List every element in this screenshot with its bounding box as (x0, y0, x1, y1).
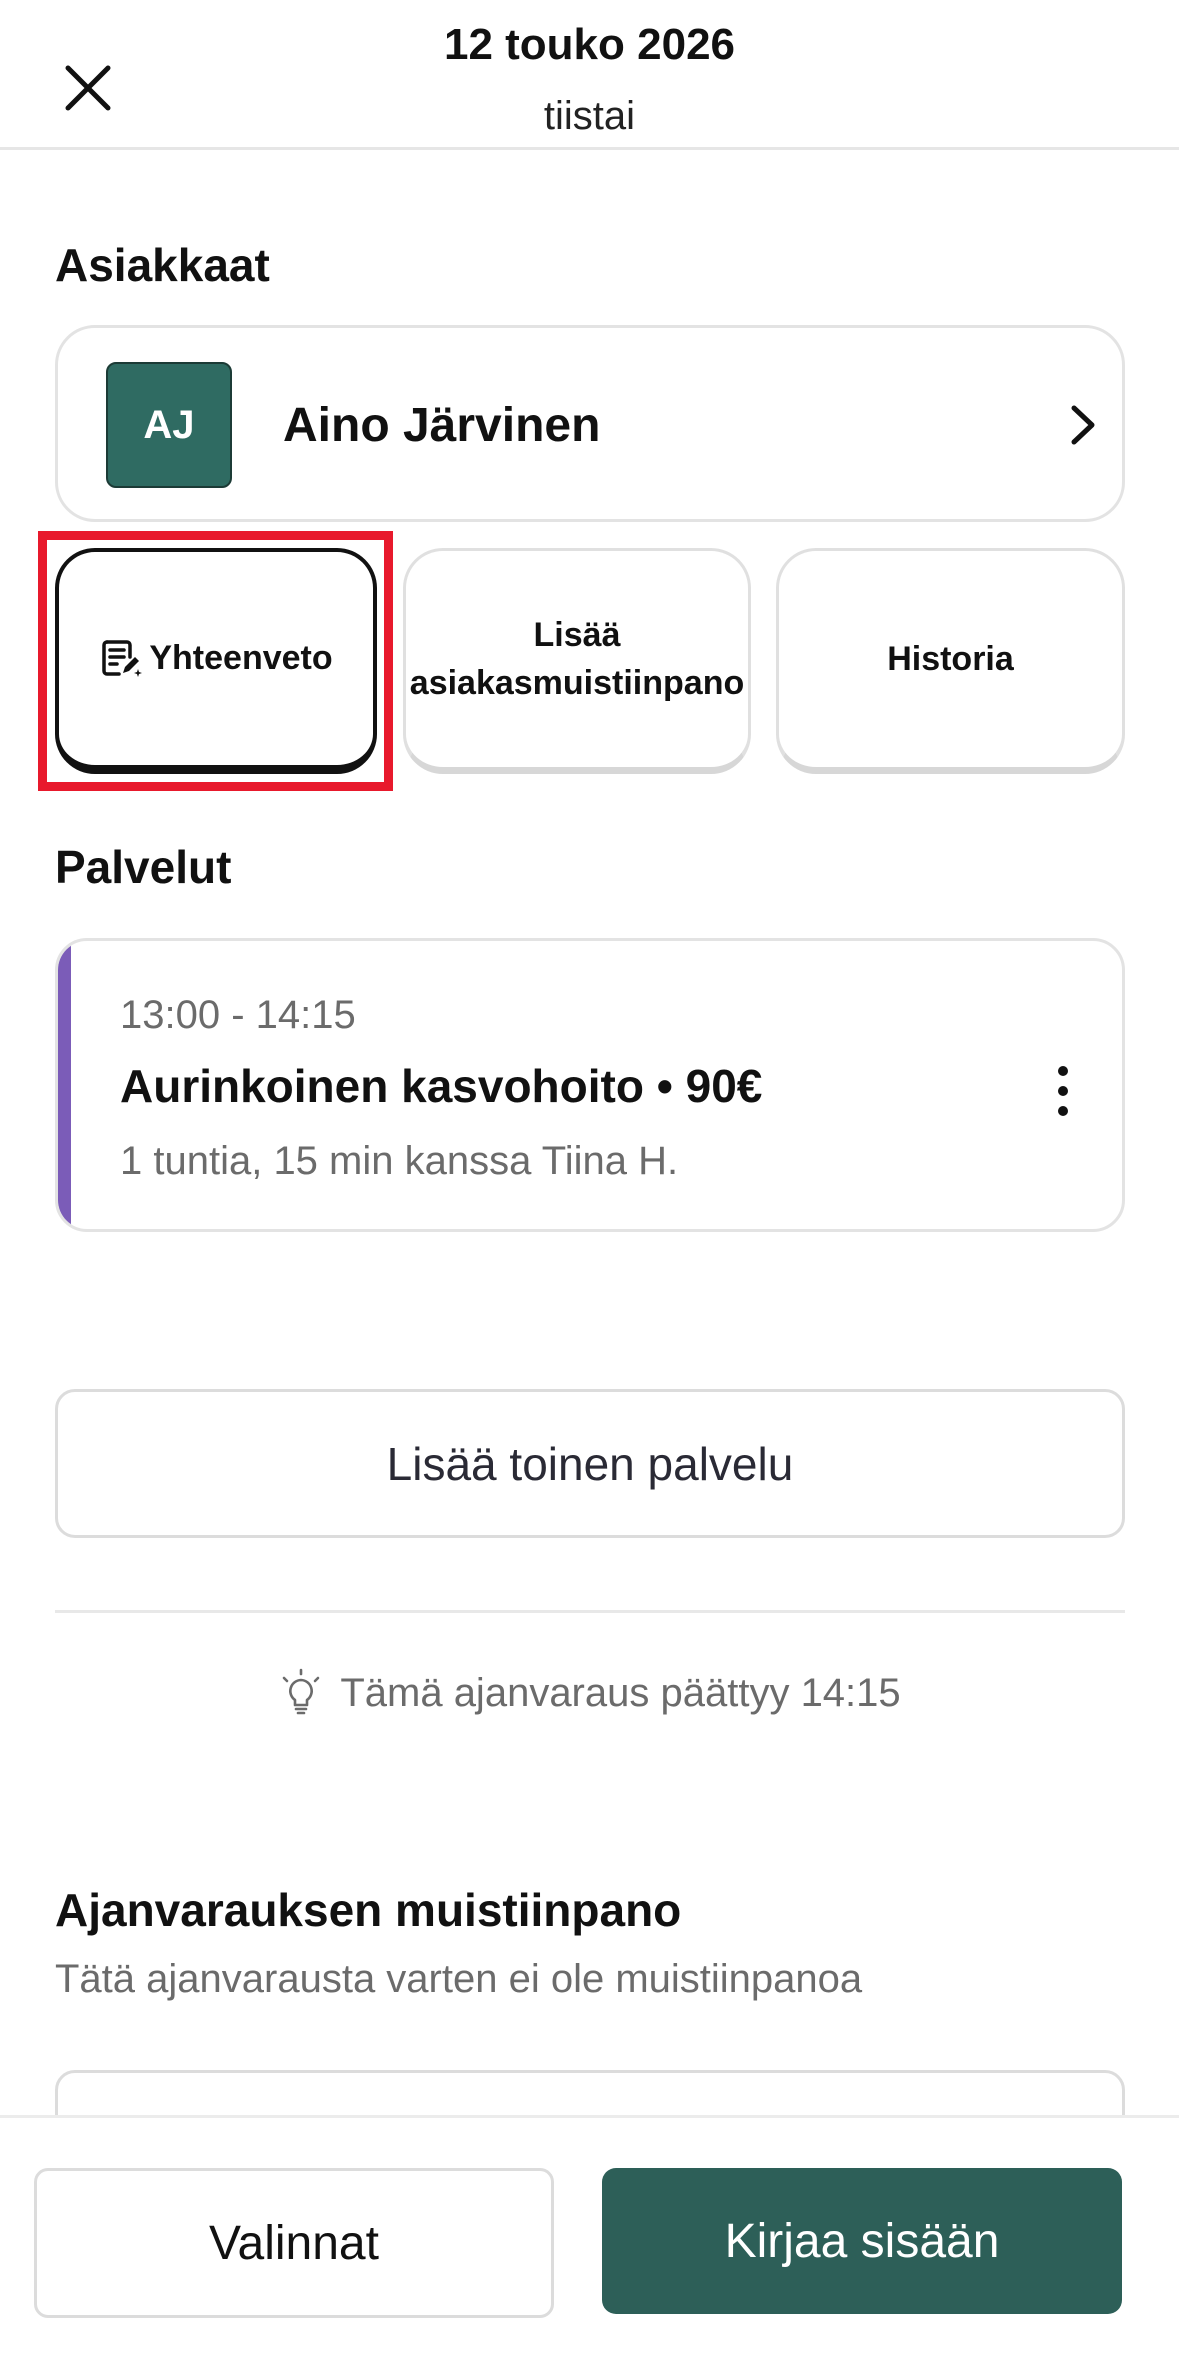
service-card[interactable]: 13:00 - 14:15 Aurinkoinen kasvohoito • 9… (55, 938, 1125, 1232)
clients-section-title: Asiakkaat (55, 239, 270, 291)
appointment-note-empty-text: Tätä ajanvarausta varten ei ole muistiin… (55, 1957, 863, 2001)
top-bar: 12 touko 2026 tiistai (0, 0, 1179, 150)
bottom-action-bar: Valinnat Kirjaa sisään (0, 2115, 1179, 2369)
options-button[interactable]: Valinnat (34, 2168, 554, 2318)
more-vertical-icon[interactable] (1048, 1061, 1078, 1121)
appointment-end-info: Tämä ajanvaraus päättyy 14:15 (0, 1668, 1179, 1718)
services-section-title: Palvelut (55, 841, 232, 893)
add-service-label: Lisää toinen palvelu (386, 1437, 794, 1490)
add-client-note-label: Lisää asiakasmuistiinpano (409, 615, 745, 702)
appointment-date: 12 touko 2026 (443, 20, 736, 69)
divider (55, 1610, 1125, 1613)
client-card[interactable]: AJ Aino Järvinen (55, 325, 1125, 522)
appointment-note-title: Ajanvarauksen muistiinpano (55, 1884, 682, 1936)
service-color-stripe (58, 941, 71, 1229)
add-service-button[interactable]: Lisää toinen palvelu (55, 1389, 1125, 1538)
chevron-right-icon (1071, 405, 1095, 445)
history-label: Historia (887, 639, 1014, 678)
highlight-box (38, 531, 393, 791)
avatar: AJ (106, 362, 232, 488)
service-details: 1 tuntia, 15 min kanssa Tiina H. (120, 1139, 679, 1183)
check-in-label: Kirjaa sisään (724, 2214, 1000, 2268)
history-button[interactable]: Historia (776, 548, 1125, 774)
check-in-button[interactable]: Kirjaa sisään (602, 2168, 1122, 2314)
options-label: Valinnat (209, 2216, 379, 2270)
service-time: 13:00 - 14:15 (120, 993, 356, 1037)
service-name: Aurinkoinen kasvohoito • 90€ (120, 1060, 763, 1112)
appointment-weekday: tiistai (543, 94, 636, 138)
lightbulb-icon (283, 1668, 320, 1715)
appointment-end-text: Tämä ajanvaraus päättyy 14:15 (340, 1670, 901, 1715)
add-client-note-button[interactable]: Lisää asiakasmuistiinpano (403, 548, 751, 774)
client-name: Aino Järvinen (283, 399, 601, 452)
